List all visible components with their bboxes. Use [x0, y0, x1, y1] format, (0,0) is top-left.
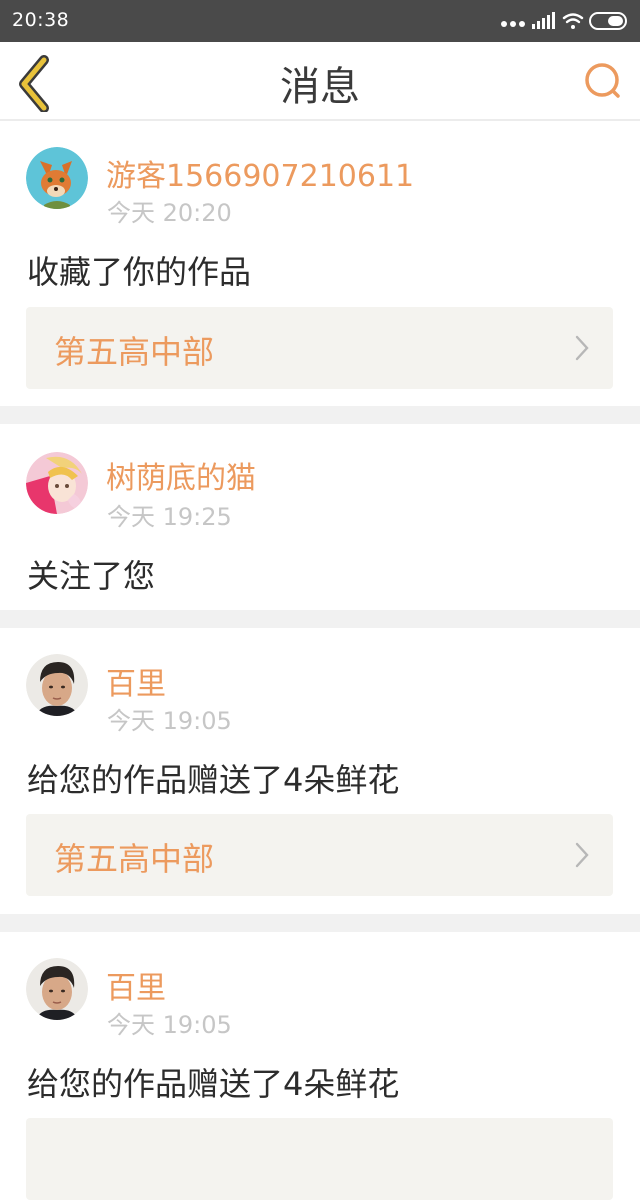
message-text: 给您的作品赠送了4朵鲜花 — [27, 761, 400, 799]
status-time: 20:38 — [12, 9, 70, 31]
section-divider — [0, 406, 640, 424]
search-button[interactable] — [578, 56, 630, 108]
username[interactable]: 游客1566907210611 — [106, 151, 414, 195]
work-title: 第五高中部 — [54, 333, 215, 371]
notification-feed: 游客1566907210611 今天 20:20 收藏了你的作品 第五高中部 树 — [0, 123, 640, 1200]
message-text: 给您的作品赠送了4朵鲜花 — [27, 1065, 400, 1103]
wifi-icon — [562, 13, 584, 29]
battery-icon — [589, 12, 627, 30]
work-link[interactable] — [26, 1118, 613, 1200]
notification-item: 百里 今天 19:05 给您的作品赠送了4朵鲜花 — [0, 932, 640, 1200]
username[interactable]: 百里 — [106, 963, 166, 1007]
section-divider — [0, 914, 640, 932]
work-link[interactable]: 第五高中部 — [26, 307, 613, 389]
fox-avatar[interactable] — [26, 147, 88, 209]
notification-item: 百里 今天 19:05 给您的作品赠送了4朵鲜花 第五高中部 — [0, 628, 640, 914]
username[interactable]: 树荫底的猫 — [106, 453, 256, 497]
message-text: 收藏了你的作品 — [27, 253, 252, 291]
section-divider — [0, 610, 640, 628]
timestamp: 今天 19:05 — [107, 1011, 232, 1039]
search-icon — [585, 63, 620, 98]
status-bar: 20:38 — [0, 0, 640, 42]
timestamp: 今天 20:20 — [107, 199, 232, 227]
username[interactable]: 百里 — [106, 659, 166, 703]
notification-item: 树荫底的猫 今天 19:25 关注了您 — [0, 424, 640, 610]
boy-photo-avatar[interactable] — [26, 958, 88, 1020]
status-icons — [501, 12, 627, 30]
notification-item: 游客1566907210611 今天 20:20 收藏了你的作品 第五高中部 — [0, 123, 640, 406]
chevron-right-icon — [575, 335, 589, 361]
signal-icon — [532, 12, 555, 29]
page-title: 消息 — [280, 64, 360, 110]
work-title: 第五高中部 — [54, 840, 215, 878]
anime-girl-avatar[interactable] — [26, 452, 88, 514]
work-link[interactable]: 第五高中部 — [26, 814, 613, 896]
nav-bar: 消息 — [0, 42, 640, 121]
message-text: 关注了您 — [27, 557, 156, 595]
more-dots-icon — [501, 21, 525, 27]
boy-photo-avatar[interactable] — [26, 654, 88, 716]
timestamp: 今天 19:05 — [107, 707, 232, 735]
timestamp: 今天 19:25 — [107, 503, 232, 531]
chevron-right-icon — [575, 842, 589, 868]
